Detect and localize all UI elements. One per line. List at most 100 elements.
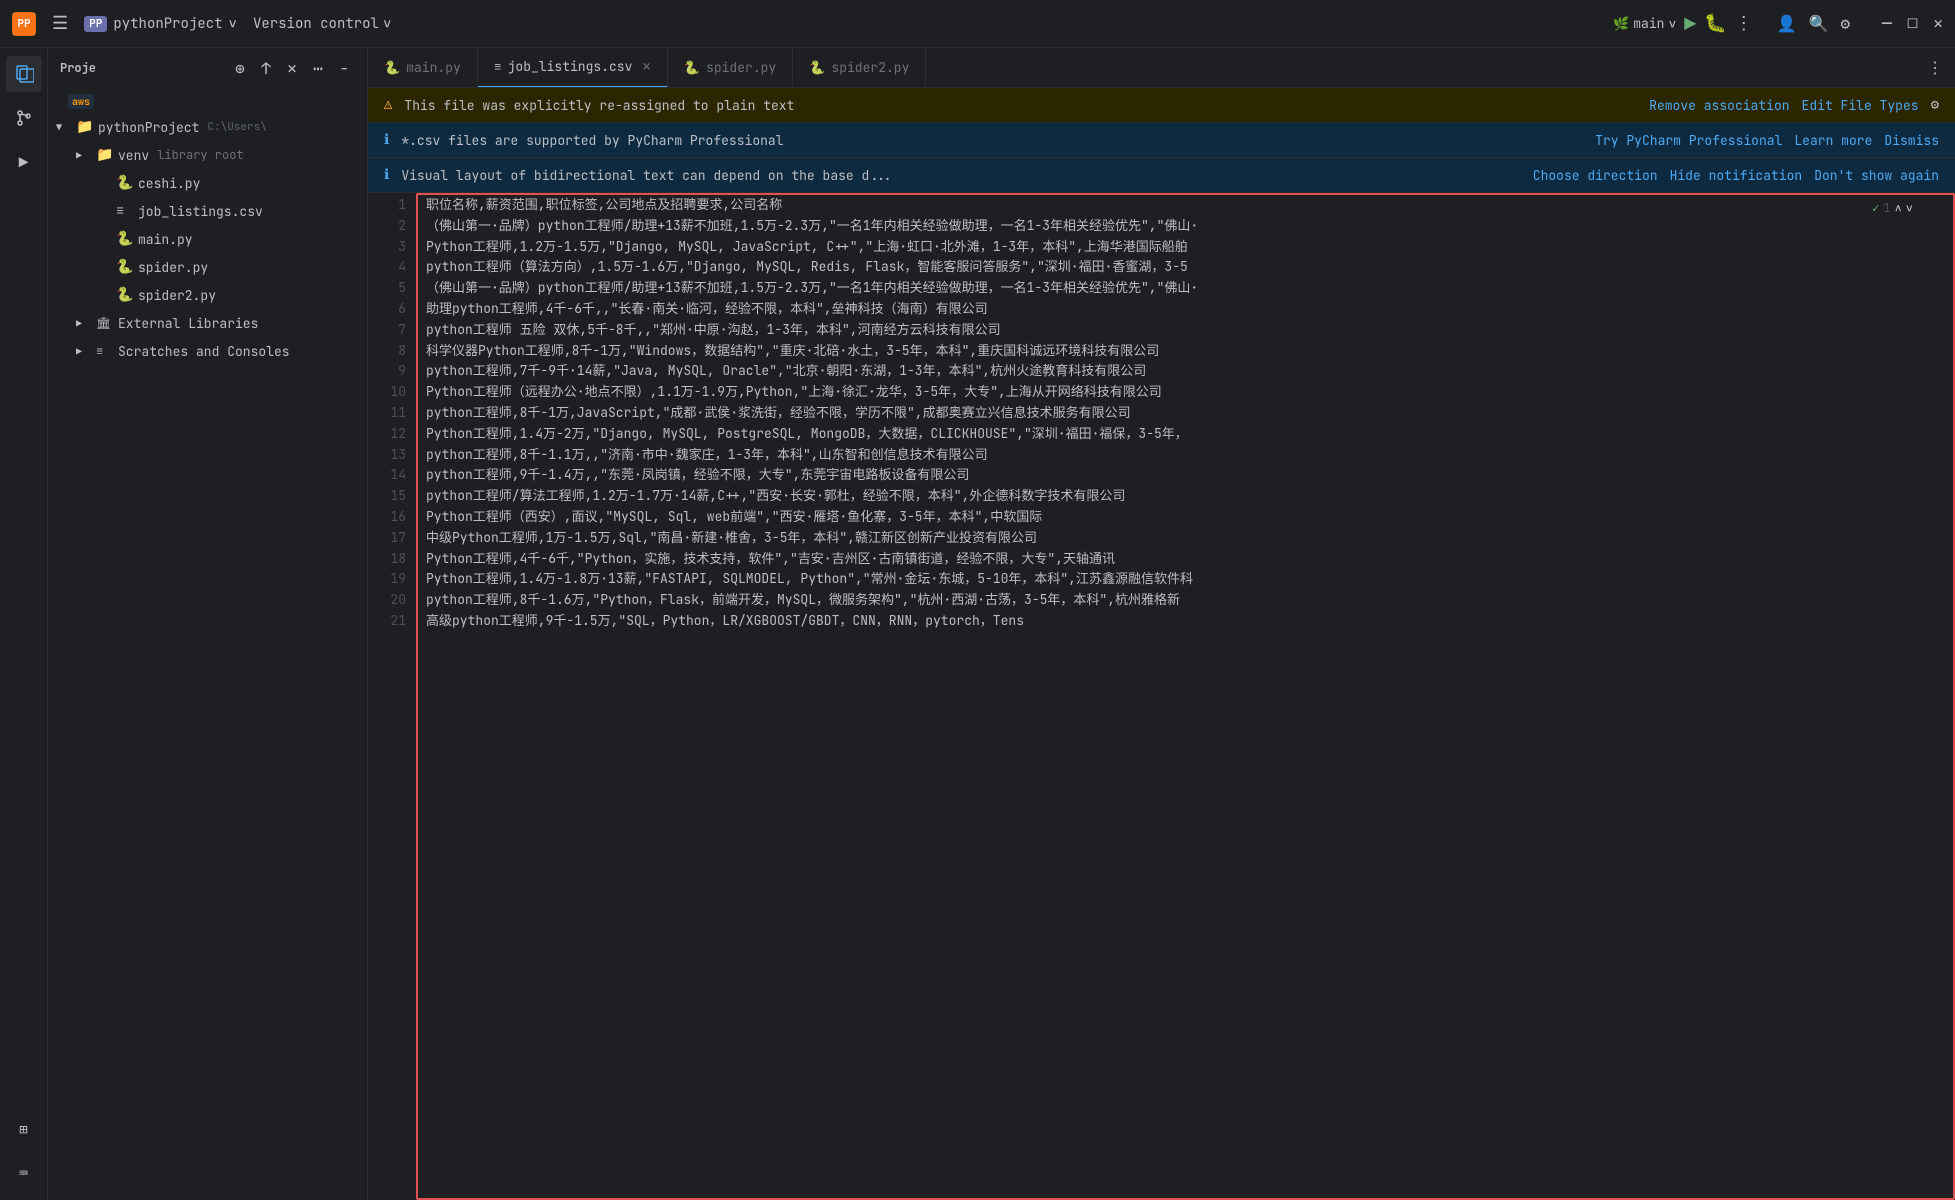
git-branch-icon: 🌿 bbox=[1613, 15, 1629, 32]
code-line: 高级python工程师,9千-1.5万,"SQL，Python，LR/XGBOO… bbox=[426, 611, 1945, 632]
minimize-button[interactable]: ─ bbox=[1882, 13, 1892, 34]
project-chevron-icon: ∨ bbox=[229, 15, 237, 33]
code-line: python工程师,8千-1.1万,,"济南·市中·魏家庄，1-3年，本科",山… bbox=[426, 445, 1945, 466]
tree-main[interactable]: ▶ 🐍 main.py bbox=[48, 225, 367, 253]
activity-terminal-icon[interactable]: ⌨ bbox=[6, 1156, 42, 1192]
code-line: （佛山第一·品牌）python工程师/助理+13薪不加班,1.5万-2.3万,"… bbox=[426, 216, 1945, 237]
close-sidebar-icon[interactable]: ✕ bbox=[281, 57, 303, 79]
tree-external-libraries[interactable]: ▶ 🏛 External Libraries bbox=[48, 309, 367, 337]
sidebar-header: Proje ⊕ ↑ ✕ ⋯ − bbox=[48, 48, 367, 88]
code-line: 中级Python工程师,1万-1.5万,Sql,"南昌·新建·椎舍，3-5年，本… bbox=[426, 528, 1945, 549]
project-root-label: pythonProject bbox=[98, 119, 199, 136]
tree-spider2-arrow: ▶ bbox=[96, 289, 112, 302]
hamburger-menu[interactable]: ☰ bbox=[52, 12, 68, 35]
tree-main-arrow: ▶ bbox=[96, 233, 112, 246]
tab-job-listings-csv[interactable]: ≡ job_listings.csv ✕ bbox=[478, 48, 668, 88]
scratches-label: Scratches and Consoles bbox=[118, 343, 290, 360]
tree-root-project[interactable]: ▼ 📁 pythonProject C:\Users\ bbox=[48, 113, 367, 141]
remove-association-button[interactable]: Remove association bbox=[1649, 97, 1789, 114]
warning-icon: ⚠ bbox=[384, 96, 392, 114]
choose-direction-button[interactable]: Choose direction bbox=[1533, 167, 1658, 184]
code-line: python工程师,9千-1.4万,,"东莞·凤岗镇，经验不限，大专",东莞宇宙… bbox=[426, 465, 1945, 486]
branch-selector[interactable]: 🌿 main ∨ bbox=[1613, 15, 1676, 32]
version-control-area[interactable]: Version control ∨ bbox=[253, 15, 391, 33]
branch-chevron-icon: ∨ bbox=[1668, 15, 1676, 32]
hide-notification-button[interactable]: Hide notification bbox=[1670, 167, 1803, 184]
tree-ext-arrow: ▶ bbox=[76, 317, 92, 330]
find-checkmark-icon: ✓ bbox=[1872, 199, 1879, 218]
edit-file-types-button[interactable]: Edit File Types bbox=[1802, 97, 1919, 114]
tab-spider-py[interactable]: 🐍 spider.py bbox=[668, 48, 793, 88]
find-nav-up-icon[interactable]: ∧ bbox=[1895, 199, 1902, 218]
activity-files-icon[interactable] bbox=[6, 56, 42, 92]
settings-icon[interactable]: ⚙ bbox=[1841, 13, 1851, 34]
code-line: Python工程师,4千-6千,"Python，实施，技术支持，软件","吉安·… bbox=[426, 549, 1945, 570]
activity-run-icon[interactable]: ▶ bbox=[6, 144, 42, 180]
code-line: python工程师,8千-1万,JavaScript,"成都·武侯·浆洗街，经验… bbox=[426, 403, 1945, 424]
try-pycharm-pro-button[interactable]: Try PyCharm Professional bbox=[1595, 132, 1782, 149]
tab-overflow-icon[interactable]: ⋮ bbox=[1915, 57, 1955, 78]
code-line: python工程师 五险 双休,5千-8千,,"郑州·中原·沟赵，1-3年，本科… bbox=[426, 320, 1945, 341]
notification-bidi: ℹ Visual layout of bidirectional text ca… bbox=[368, 158, 1955, 193]
learn-more-button[interactable]: Learn more bbox=[1794, 132, 1872, 149]
sidebar-more-icon[interactable]: ⋯ bbox=[307, 57, 329, 79]
main-label: main.py bbox=[138, 231, 193, 248]
tree-ceshi[interactable]: ▶ 🐍 ceshi.py bbox=[48, 169, 367, 197]
tab-main-py[interactable]: 🐍 main.py bbox=[368, 48, 478, 88]
version-chevron-icon: ∨ bbox=[383, 15, 391, 33]
dismiss-button[interactable]: Dismiss bbox=[1884, 132, 1939, 149]
code-line: python工程师（算法方向）,1.5万-1.6万,"Django, MySQL… bbox=[426, 257, 1945, 278]
activity-plugins-icon[interactable]: ⊞ bbox=[6, 1112, 42, 1148]
tree-spider[interactable]: ▶ 🐍 spider.py bbox=[48, 253, 367, 281]
app-logo: PP bbox=[12, 12, 36, 36]
tree-spider2[interactable]: ▶ 🐍 spider2.py bbox=[48, 281, 367, 309]
dont-show-again-button[interactable]: Don't show again bbox=[1814, 167, 1939, 184]
maximize-button[interactable]: □ bbox=[1908, 13, 1918, 34]
spider-python-icon: 🐍 bbox=[116, 258, 134, 276]
spider2-tab-icon: 🐍 bbox=[809, 59, 825, 76]
csv-tab-close-icon[interactable]: ✕ bbox=[642, 58, 650, 76]
debug-button[interactable]: 🐛 bbox=[1704, 12, 1726, 35]
activity-bar: ▶ ⊞ ⌨ bbox=[0, 48, 48, 1200]
run-button[interactable]: ▶ bbox=[1684, 11, 1696, 37]
code-line: python工程师/算法工程师,1.2万-1.7万·14薪,C++,"西安·长安… bbox=[426, 486, 1945, 507]
tree-scratches-arrow: ▶ bbox=[76, 345, 92, 358]
tree-venv[interactable]: ▶ 📁 venv library root bbox=[48, 141, 367, 169]
code-line: Python工程师（西安）,面议,"MySQL, Sql, web前端","西安… bbox=[426, 507, 1945, 528]
code-line: python工程师,7千-9千·14薪,"Java, MySQL, Oracle… bbox=[426, 361, 1945, 382]
tab-spider2-py[interactable]: 🐍 spider2.py bbox=[793, 48, 926, 88]
collapse-icon[interactable]: − bbox=[333, 57, 355, 79]
spider2-python-icon: 🐍 bbox=[116, 286, 134, 304]
editor-content: 123456789101112131415161718192021 ✓ 1 ∧ … bbox=[368, 193, 1955, 1200]
main-py-tab-label: main.py bbox=[406, 59, 461, 76]
project-badge: PP bbox=[84, 16, 107, 32]
close-button[interactable]: ✕ bbox=[1933, 13, 1943, 34]
tree-venv-arrow: ▶ bbox=[76, 149, 92, 162]
project-name-area[interactable]: PP pythonProject ∨ bbox=[84, 15, 237, 33]
sidebar-actions: ⊕ ↑ ✕ ⋯ − bbox=[229, 57, 355, 79]
notification-csv-info: ℹ *.csv files are supported by PyCharm P… bbox=[368, 123, 1955, 158]
csv-file-icon: ≡ bbox=[116, 202, 134, 220]
csv-tab-icon: ≡ bbox=[494, 58, 502, 75]
search-icon[interactable]: 🔍 bbox=[1809, 13, 1829, 34]
notification-gear-icon[interactable]: ⚙ bbox=[1931, 96, 1939, 114]
project-name-label: pythonProject bbox=[113, 15, 222, 33]
profile-icon[interactable]: 👤 bbox=[1777, 13, 1797, 34]
find-nav-down-icon[interactable]: ∨ bbox=[1906, 199, 1913, 218]
tree-expand-icon: ▼ bbox=[56, 121, 72, 134]
aws-badge: aws bbox=[68, 94, 94, 109]
more-options-icon[interactable]: ⋮ bbox=[1735, 12, 1753, 35]
refresh-icon[interactable]: ↑ bbox=[255, 57, 277, 79]
new-file-icon[interactable]: ⊕ bbox=[229, 57, 251, 79]
tab-bar: 🐍 main.py ≡ job_listings.csv ✕ 🐍 spider.… bbox=[368, 48, 1955, 88]
code-editor[interactable]: ✓ 1 ∧ ∨ 职位名称,薪资范围,职位标签,公司地点及招聘要求,公司名称（佛山… bbox=[416, 193, 1955, 1200]
tree-job-listings[interactable]: ▶ ≡ job_listings.csv bbox=[48, 197, 367, 225]
window-buttons: ─ □ ✕ bbox=[1882, 13, 1943, 34]
find-count-label: 1 bbox=[1883, 199, 1890, 218]
tree-csv-arrow: ▶ bbox=[96, 205, 112, 218]
window-controls: 👤 🔍 ⚙ bbox=[1777, 13, 1850, 34]
activity-git-icon[interactable] bbox=[6, 100, 42, 136]
venv-extra-label: library root bbox=[157, 147, 243, 163]
ceshi-label: ceshi.py bbox=[138, 175, 200, 192]
tree-scratches[interactable]: ▶ ≡ Scratches and Consoles bbox=[48, 337, 367, 365]
